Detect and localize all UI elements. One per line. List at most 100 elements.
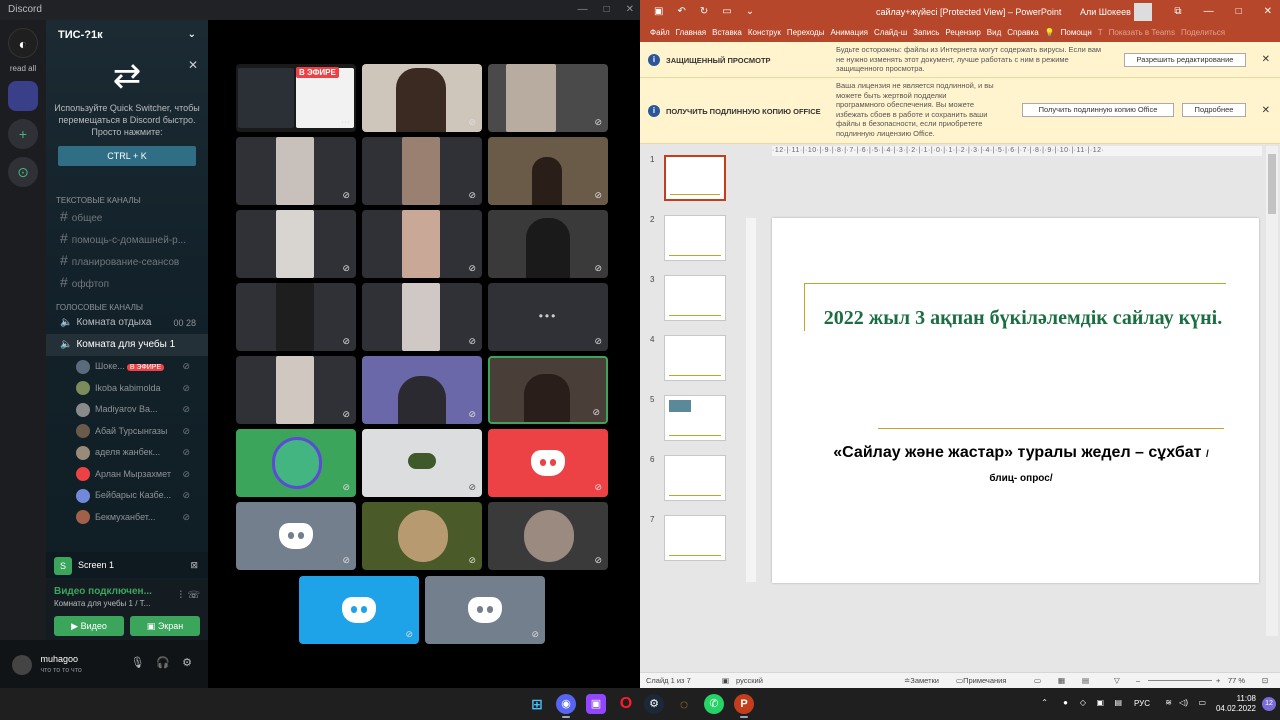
read-all-label[interactable]: read all (0, 64, 46, 73)
close-icon[interactable]: ✕ (188, 58, 198, 72)
start-icon[interactable]: ⊞ (527, 694, 547, 714)
voice-channel-lounge[interactable]: 🔈 Комната отдыха 00 28 (46, 312, 208, 334)
scroll-thumb[interactable] (1268, 154, 1276, 214)
app-tray-icon[interactable]: ▣ (1096, 698, 1104, 708)
minimize-icon[interactable]: — (1204, 0, 1214, 24)
avatar[interactable] (1134, 3, 1152, 21)
notification-badge[interactable]: 12 (1262, 697, 1276, 711)
tab-help[interactable]: Справка (1007, 24, 1038, 42)
clock[interactable]: 11:08 04.02.2022 (1216, 694, 1256, 714)
slideshow-icon[interactable]: ▽ (1114, 673, 1120, 688)
spellcheck-icon[interactable]: ▣ (722, 673, 729, 688)
avatar-tile[interactable]: ⊘ (236, 429, 356, 497)
present-icon[interactable]: ▭ (722, 0, 731, 24)
video-tile[interactable]: ⊘ (362, 356, 482, 424)
learn-more-button[interactable]: Подробнее (1182, 103, 1246, 117)
channel-homework[interactable]: # помощь-с-домашней-р... (46, 227, 208, 249)
undo-icon[interactable]: ↶ (677, 0, 685, 24)
close-stream-icon[interactable]: ⊠ (190, 552, 198, 578)
avatar-tile[interactable]: ⊘ (488, 429, 608, 497)
microphone-icon[interactable]: 🎙 (130, 656, 144, 669)
reading-view-icon[interactable]: ▤ (1082, 673, 1089, 688)
steam-app-icon[interactable]: ⚙ (644, 694, 664, 714)
slide-thumb[interactable] (664, 155, 726, 201)
sorter-view-icon[interactable]: ▦ (1058, 673, 1065, 688)
screen-share-row[interactable]: S Screen 1 ⊠ (46, 552, 208, 578)
video-button[interactable]: ▶ Видео (54, 616, 124, 636)
text-category[interactable]: ТЕКСТОВЫЕ КАНАЛЫ (46, 196, 208, 205)
zoom-slider[interactable] (1148, 680, 1212, 681)
voice-user[interactable]: Абай Турсынгазы ⊘ (46, 421, 208, 443)
tab-show-in-teams[interactable]: Показать в Teams (1109, 24, 1175, 42)
battery-icon[interactable]: ▭ (1198, 698, 1206, 708)
minimize-icon[interactable]: — (578, 0, 588, 20)
channel-general[interactable]: # общее (46, 205, 208, 227)
voice-user[interactable]: Ikoba kabimolda ⊘ (46, 378, 208, 400)
user-name[interactable]: Али Шокеев (1080, 0, 1131, 24)
voice-user[interactable]: Madiyarov Ba... ⊘ (46, 399, 208, 421)
redo-icon[interactable]: ↻ (700, 0, 708, 24)
customize-icon[interactable]: ⌄ (746, 0, 754, 24)
video-tile[interactable]: ⊘ (362, 64, 482, 132)
discord-app-icon[interactable]: ◉ (556, 694, 576, 718)
notes-button[interactable]: ≐ Заметки (904, 673, 939, 688)
close-icon[interactable]: ✕ (1264, 0, 1272, 24)
opera-app-icon[interactable]: O (616, 694, 636, 714)
avatar-tile[interactable]: ⊘ (488, 502, 608, 570)
tab-animations[interactable]: Анимация (830, 24, 868, 42)
powerpoint-app-icon[interactable]: P (734, 694, 754, 718)
explore-icon[interactable]: ⊙ (8, 157, 38, 187)
tab-file[interactable]: Файл (650, 24, 670, 42)
share-button[interactable]: Поделиться (1181, 24, 1225, 42)
home-server-icon[interactable]: ◐ (8, 28, 38, 58)
normal-view-icon[interactable]: ▭ (1034, 673, 1041, 688)
screen-button[interactable]: ▣ Экран (130, 616, 200, 636)
volume-icon[interactable]: ◁) (1179, 698, 1188, 708)
comments-button[interactable]: ▭ Примечания (956, 673, 1006, 688)
wifi-icon[interactable]: ≋ (1165, 698, 1172, 708)
channel-offtopic[interactable]: # оффтоп (46, 271, 208, 293)
voice-user[interactable]: Бейбарыс Казбе... ⊘ (46, 485, 208, 507)
maximize-icon[interactable]: □ (604, 0, 610, 20)
slide-subtitle[interactable]: «Сайлау және жастар» туралы жедел – сұхб… (822, 442, 1220, 490)
slide-thumb[interactable] (664, 455, 726, 501)
voice-channel-study[interactable]: 🔈 Комната для учебы 1 (46, 334, 208, 356)
avatar-tile[interactable]: ⊘ (362, 502, 482, 570)
get-genuine-button[interactable]: Получить подлинную копию Office (1022, 103, 1174, 117)
slide-title[interactable]: 2022 жыл 3 ақпан бүкіләлемдік сайлау күн… (812, 304, 1234, 332)
vertical-scrollbar[interactable] (1266, 146, 1278, 636)
browser-app-icon[interactable]: ◌ (674, 694, 694, 714)
app-tray-icon[interactable]: ▤ (1114, 698, 1122, 708)
disconnect-icon[interactable]: ☏ (187, 590, 200, 601)
language[interactable]: русский (736, 673, 763, 688)
zoom-level[interactable]: 77 % (1228, 673, 1245, 688)
video-tile[interactable]: ⊘ (236, 283, 356, 351)
slide-thumb[interactable] (664, 215, 726, 261)
avatar-tile[interactable]: ⊘ (299, 576, 419, 644)
slide-thumb[interactable] (664, 395, 726, 441)
video-tile[interactable]: ⊘ (236, 210, 356, 278)
add-server-icon[interactable]: + (8, 119, 38, 149)
close-icon[interactable]: ✕ (1262, 54, 1270, 65)
video-tile[interactable]: ⊘ (362, 283, 482, 351)
video-tile[interactable]: ⊘ (236, 137, 356, 205)
tab-record[interactable]: Запись (913, 24, 939, 42)
maximize-icon[interactable]: □ (1236, 0, 1242, 24)
noise-icon[interactable]: ⫶ (180, 590, 183, 601)
tab-design[interactable]: Конструк (748, 24, 781, 42)
video-tile[interactable]: ⊘ (488, 64, 608, 132)
avatar[interactable] (12, 655, 32, 675)
slide-thumb[interactable] (664, 515, 726, 561)
avatar-tile[interactable]: ⊘ (236, 502, 356, 570)
tab-slideshow[interactable]: Слайд-ш (874, 24, 907, 42)
zoom-out-icon[interactable]: – (1136, 673, 1140, 688)
voice-user[interactable]: аделя жанбек... ⊘ (46, 442, 208, 464)
ribbon-display-icon[interactable]: ⧉ (1174, 0, 1181, 24)
slide-thumb[interactable] (664, 275, 726, 321)
enable-editing-button[interactable]: Разрешить редактирование (1124, 53, 1246, 67)
video-tile[interactable]: ⊘ (488, 137, 608, 205)
tab-review[interactable]: Рецензир (945, 24, 980, 42)
voice-category[interactable]: ГОЛОСОВЫЕ КАНАЛЫ (46, 303, 208, 312)
guild-header[interactable]: ТИС-?1к ⌄ (46, 20, 208, 50)
slide-thumb[interactable] (664, 335, 726, 381)
